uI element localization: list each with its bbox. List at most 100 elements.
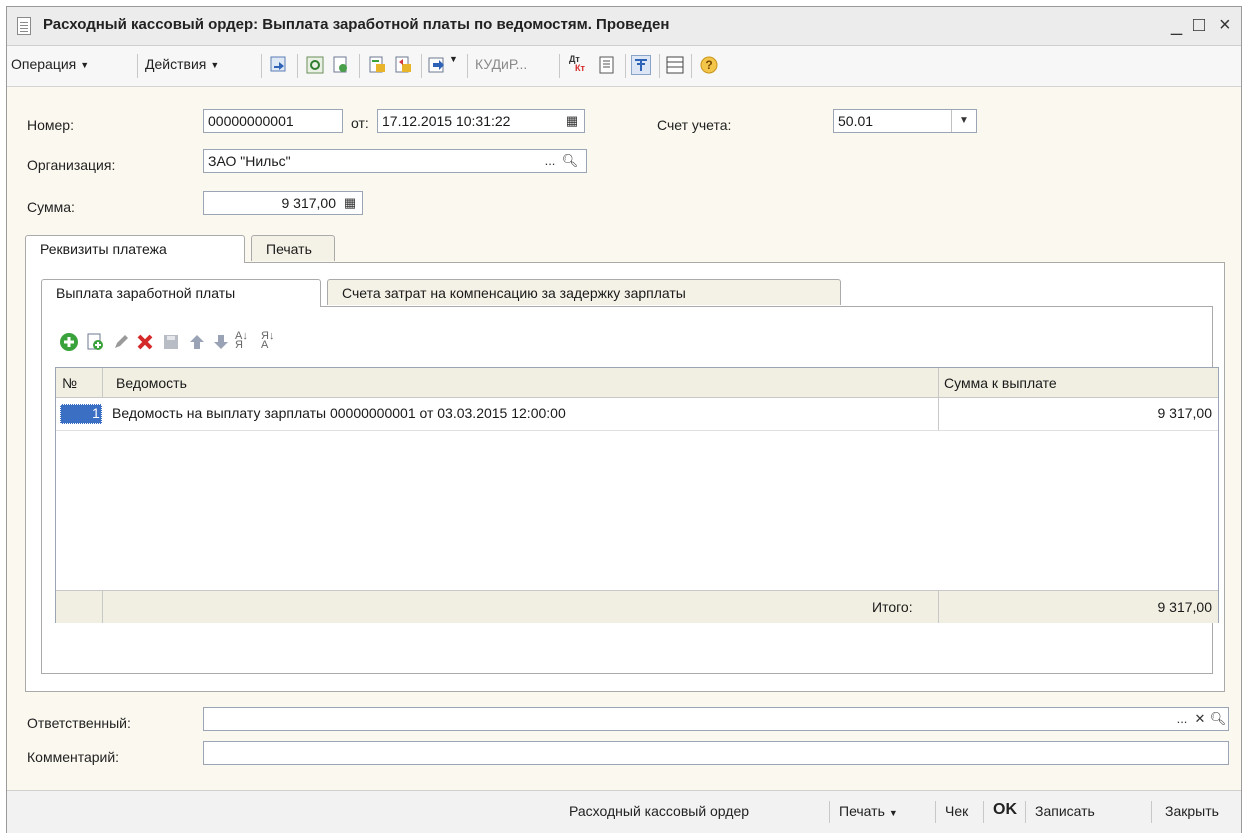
toolbar-separator: [421, 54, 422, 78]
column-divider: [102, 368, 103, 398]
toolbar-separator: [297, 54, 298, 78]
amount-cell: 9 317,00: [1157, 405, 1213, 421]
row-number: 1: [92, 405, 100, 421]
copy-document-icon[interactable]: [331, 55, 351, 75]
report-icon[interactable]: [597, 55, 617, 75]
ok-button[interactable]: OK: [993, 801, 1017, 819]
tab-print[interactable]: Печать: [251, 235, 335, 261]
filter-toggle-icon[interactable]: [631, 55, 651, 75]
chevron-down-icon: ▼: [210, 60, 220, 70]
organization-field[interactable]: ЗАО "Нильс": [203, 149, 587, 173]
print-menu-label: Печать: [839, 803, 885, 819]
save-button[interactable]: Записать: [1035, 803, 1095, 819]
chevron-down-icon[interactable]: ▼: [951, 110, 976, 132]
sort-descending-icon[interactable]: Я↓ А: [261, 331, 281, 352]
rko-print-button[interactable]: Расходный кассовый ордер: [569, 803, 749, 819]
toolbar-separator: [691, 54, 692, 78]
edit-row-icon[interactable]: [111, 332, 131, 352]
toolbar-separator: [559, 54, 560, 78]
comment-field[interactable]: [203, 741, 1229, 765]
document-icon: [17, 17, 31, 35]
column-divider: [102, 591, 103, 623]
check-button[interactable]: Чек: [945, 803, 968, 819]
bottom-separator: [829, 801, 830, 823]
actions-menu[interactable]: Действия ▼: [145, 56, 219, 72]
calendar-icon[interactable]: ▦: [563, 110, 581, 132]
toolbar-separator: [625, 54, 626, 78]
account-value: 50.01: [838, 113, 874, 129]
minimize-button[interactable]: _: [1171, 13, 1182, 37]
sum-field[interactable]: 9 317,00: [203, 191, 363, 215]
responsible-field[interactable]: [203, 707, 1229, 731]
statements-table: № Ведомость Сумма к выплате 1 Ведомость …: [55, 367, 1219, 623]
actions-menu-label: Действия: [145, 56, 207, 72]
refresh-icon[interactable]: [305, 55, 325, 75]
date-field[interactable]: 17.12.2015 10:31:22: [377, 109, 585, 133]
date-from-label: от:: [351, 115, 369, 131]
column-header-amount[interactable]: Сумма к выплате: [944, 375, 1057, 391]
bottom-separator: [1151, 801, 1152, 823]
chevron-down-icon: ▼: [888, 808, 898, 818]
help-icon[interactable]: ?: [699, 55, 719, 75]
document-window: Расходный кассовый ордер: Выплата зарабо…: [6, 6, 1242, 833]
maximize-button[interactable]: □: [1193, 13, 1205, 37]
operation-menu-label: Операция: [11, 56, 77, 72]
statement-cell: Ведомость на выплату зарплаты 0000000000…: [112, 405, 566, 421]
svg-text:?: ?: [705, 58, 712, 72]
table-footer: Итого: 9 317,00: [56, 590, 1218, 623]
delete-row-icon[interactable]: [135, 332, 155, 352]
bottom-separator: [1025, 801, 1026, 823]
bottom-separator: [935, 801, 936, 823]
column-header-number[interactable]: №: [62, 375, 77, 391]
tab-salary-payment[interactable]: Выплата заработной платы: [41, 279, 321, 307]
select-ellipsis-icon[interactable]: ...: [1173, 708, 1191, 730]
sum-label: Сумма:: [27, 199, 75, 215]
print-menu-button[interactable]: Печать ▼: [839, 803, 898, 819]
tab-payment-details[interactable]: Реквизиты платежа: [25, 235, 245, 263]
column-divider: [938, 398, 939, 430]
comment-label: Комментарий:: [27, 749, 120, 765]
dt-kt-icon[interactable]: Дт Кт: [569, 55, 589, 75]
operation-menu[interactable]: Операция ▼: [11, 56, 89, 72]
document-movements-icon[interactable]: [367, 55, 387, 75]
copy-row-icon[interactable]: [85, 332, 105, 352]
number-label: Номер:: [27, 117, 74, 133]
search-icon[interactable]: 🔍︎: [561, 150, 579, 172]
close-window-button[interactable]: ×: [1219, 13, 1231, 37]
close-button[interactable]: Закрыть: [1165, 803, 1219, 819]
table-row[interactable]: 1 Ведомость на выплату зарплаты 00000000…: [56, 398, 1218, 431]
toolbar-separator: [659, 54, 660, 78]
toolbar-separator: [137, 54, 138, 78]
sort-ascending-icon[interactable]: А↓ Я: [235, 331, 255, 352]
based-on-document-icon[interactable]: [393, 55, 413, 75]
window-title: Расходный кассовый ордер: Выплата зарабо…: [43, 16, 670, 33]
title-bar: Расходный кассовый ордер: Выплата зарабо…: [7, 7, 1241, 46]
responsible-label: Ответственный:: [27, 715, 131, 731]
column-divider: [938, 368, 939, 398]
post-and-close-icon[interactable]: [269, 55, 289, 75]
column-header-statement[interactable]: Ведомость: [116, 375, 187, 391]
total-value: 9 317,00: [1157, 599, 1213, 615]
move-down-icon[interactable]: [211, 332, 231, 352]
organization-label: Организация:: [27, 157, 116, 173]
chevron-down-icon[interactable]: ▼: [449, 54, 458, 64]
bottom-separator: [983, 801, 984, 823]
search-icon[interactable]: 🔍︎: [1209, 708, 1227, 730]
structure-icon[interactable]: [665, 55, 685, 75]
tab-cost-accounts[interactable]: Счета затрат на компенсацию за задержку …: [327, 279, 841, 305]
kudir-button[interactable]: КУДиР...: [475, 56, 527, 72]
toolbar-separator: [467, 54, 468, 78]
clear-icon[interactable]: ✕: [1191, 708, 1209, 730]
chevron-down-icon: ▼: [80, 60, 90, 70]
toolbar-separator: [261, 54, 262, 78]
select-ellipsis-icon[interactable]: ...: [541, 150, 559, 172]
column-divider: [938, 591, 939, 623]
end-edit-icon[interactable]: [161, 332, 181, 352]
calculator-icon[interactable]: ▦: [341, 192, 359, 214]
total-label: Итого:: [872, 599, 913, 615]
sum-value: 9 317,00: [281, 195, 337, 211]
enter-based-on-icon[interactable]: [427, 55, 447, 75]
move-up-icon[interactable]: [187, 332, 207, 352]
number-field[interactable]: 00000000001: [203, 109, 343, 133]
add-row-icon[interactable]: [59, 332, 79, 352]
